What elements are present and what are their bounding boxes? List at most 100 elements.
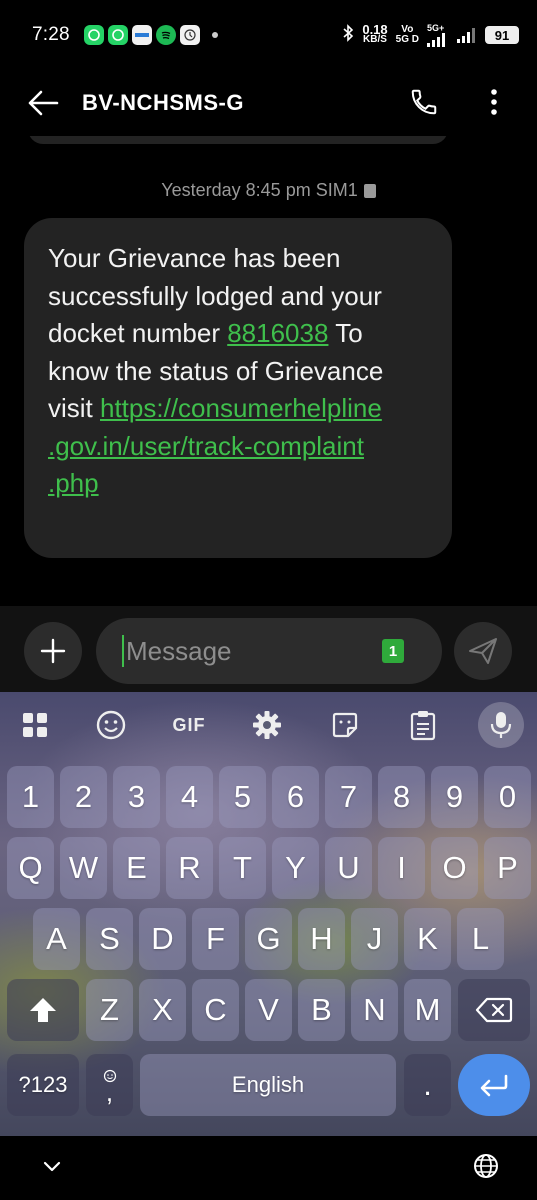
send-icon [469, 638, 497, 664]
status-time: 7:28 [32, 24, 70, 45]
key-1[interactable]: 1 [7, 766, 54, 828]
backspace-key[interactable] [458, 979, 530, 1041]
key-t[interactable]: T [219, 837, 266, 899]
docket-number-link[interactable]: 8816038 [227, 318, 328, 348]
key-i[interactable]: I [378, 837, 425, 899]
key-2[interactable]: 2 [60, 766, 107, 828]
microphone-icon [490, 712, 512, 738]
backspace-icon [475, 997, 513, 1023]
text-cursor [122, 635, 124, 667]
message-placeholder: Message [126, 635, 232, 666]
send-button[interactable] [454, 622, 512, 680]
volte-sub-label: 5G D [395, 34, 419, 45]
gif-label: GIF [172, 714, 206, 735]
signal-strength-icon [427, 33, 445, 47]
call-button[interactable] [400, 78, 448, 126]
key-f[interactable]: F [192, 908, 239, 970]
shift-key[interactable] [7, 979, 79, 1041]
hide-keyboard-button[interactable] [36, 1150, 68, 1182]
key-y[interactable]: Y [272, 837, 319, 899]
key-4[interactable]: 4 [166, 766, 213, 828]
key-l[interactable]: L [457, 908, 504, 970]
globe-icon [474, 1154, 498, 1178]
key-g[interactable]: G [245, 908, 292, 970]
key-6[interactable]: 6 [272, 766, 319, 828]
voice-input-button[interactable] [478, 702, 524, 748]
message-bubble[interactable]: Your Grievance has been successfully lod… [24, 218, 452, 558]
key-o[interactable]: O [431, 837, 478, 899]
link-line-3: .php [48, 468, 99, 498]
enter-arrow-icon [480, 1074, 508, 1097]
more-vert-icon [491, 89, 497, 115]
message-input[interactable]: Message 1 [96, 618, 442, 684]
symbols-key[interactable]: ?123 [7, 1054, 79, 1116]
space-key[interactable]: English [140, 1054, 396, 1116]
gif-button[interactable]: GIF [166, 702, 212, 748]
keyboard-toolbar: GIF [0, 692, 537, 758]
key-d[interactable]: D [139, 908, 186, 970]
emoji-button[interactable] [88, 702, 134, 748]
key-s[interactable]: S [86, 908, 133, 970]
switch-language-button[interactable] [470, 1150, 502, 1182]
settings-button[interactable] [244, 702, 290, 748]
sbi-app-icon [131, 25, 152, 45]
key-8[interactable]: 8 [378, 766, 425, 828]
key-q[interactable]: Q [7, 837, 54, 899]
sim-icon [363, 183, 376, 198]
sticker-button[interactable] [322, 702, 368, 748]
shift-arrow-icon [30, 998, 56, 1022]
notification-icons [83, 25, 218, 45]
previous-message-bubble[interactable] [28, 136, 448, 144]
period-key[interactable]: . [404, 1054, 451, 1116]
link-line-2: .gov.in/user/track-complaint [48, 430, 364, 461]
key-e[interactable]: E [113, 837, 160, 899]
conversation-header: BV-NCHSMS-G [0, 70, 537, 136]
comma-label: , [105, 1077, 114, 1107]
plus-icon [40, 638, 66, 664]
key-n[interactable]: N [351, 979, 398, 1041]
clipboard-button[interactable] [400, 702, 446, 748]
key-j[interactable]: J [351, 908, 398, 970]
clock-app-icon [179, 25, 200, 45]
grid-icon [23, 713, 47, 737]
back-button[interactable] [18, 78, 68, 128]
key-u[interactable]: U [325, 837, 372, 899]
sim-selector-badge[interactable]: 1 [382, 639, 404, 663]
key-9[interactable]: 9 [431, 766, 478, 828]
status-bar: 7:28 0.18 KB/S Vo 5G D 5G+ 91 [0, 0, 537, 70]
key-r[interactable]: R [166, 837, 213, 899]
key-p[interactable]: P [484, 837, 531, 899]
whatsapp-business-icon [107, 25, 128, 45]
key-x[interactable]: X [139, 979, 186, 1041]
enter-key[interactable] [458, 1054, 530, 1116]
signal-sim2-icon [457, 28, 475, 43]
key-w[interactable]: W [60, 837, 107, 899]
compose-bar: Message 1 [0, 606, 537, 692]
clipboard-icon [410, 711, 436, 741]
whatsapp-icon [83, 25, 104, 45]
more-options-button[interactable] [474, 78, 514, 126]
emoji-comma-key[interactable]: , [86, 1054, 133, 1116]
link-line-1: https://consumerhelpline [100, 393, 382, 423]
status-indicators: 0.18 KB/S Vo 5G D 5G+ 91 [342, 23, 519, 47]
key-k[interactable]: K [404, 908, 451, 970]
key-c[interactable]: C [192, 979, 239, 1041]
key-h[interactable]: H [298, 908, 345, 970]
key-b[interactable]: B [298, 979, 345, 1041]
key-7[interactable]: 7 [325, 766, 372, 828]
key-0[interactable]: 0 [484, 766, 531, 828]
gear-icon [253, 711, 281, 739]
key-v[interactable]: V [245, 979, 292, 1041]
attach-button[interactable] [24, 622, 82, 680]
emoji-comma-wrap: , [103, 1069, 117, 1107]
message-list[interactable]: Yesterday 8:45 pm SIM1 Your Grievance ha… [0, 136, 537, 606]
key-3[interactable]: 3 [113, 766, 160, 828]
network-speed: 0.18 KB/S [362, 23, 387, 45]
key-5[interactable]: 5 [219, 766, 266, 828]
key-z[interactable]: Z [86, 979, 133, 1041]
apps-grid-button[interactable] [12, 702, 58, 748]
spotify-icon [155, 25, 176, 45]
key-m[interactable]: M [404, 979, 451, 1041]
keyboard-nav-bar [0, 1136, 537, 1200]
key-a[interactable]: A [33, 908, 80, 970]
